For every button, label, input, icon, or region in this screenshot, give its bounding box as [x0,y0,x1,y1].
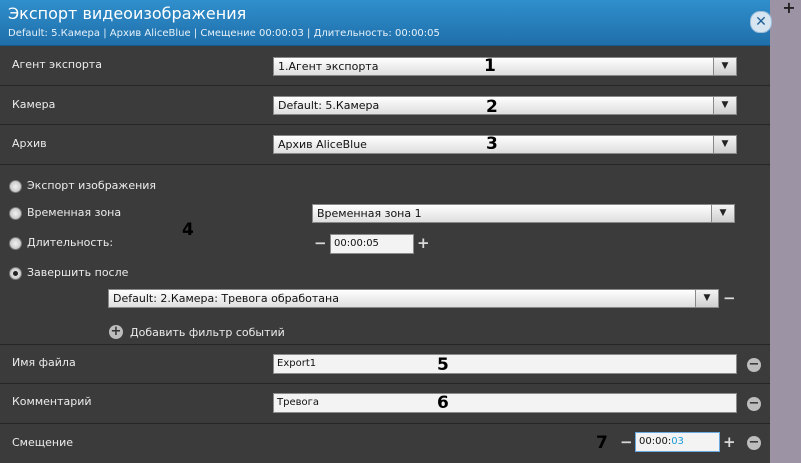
radio-time-zone[interactable] [9,207,22,220]
archive-select[interactable]: Архив AliceBlue ▼ [273,135,737,154]
marker-4: 4 [182,220,194,240]
add-filter-icon[interactable]: + [109,325,123,339]
duration-decrement-icon[interactable]: − [314,236,327,251]
chevron-down-icon[interactable]: ▼ [711,205,734,222]
offset-increment-icon[interactable]: + [723,435,736,450]
archive-row: Архив Архив AliceBlue ▼ 3 [0,125,770,165]
agent-label: Агент экспорта [12,58,102,71]
dialog-header: Экспорт видеоизображения Default: 5.Каме… [0,0,772,46]
filename-input[interactable]: Export1 [273,354,737,374]
option-time-zone-label: Временная зона [27,206,122,219]
option-finish-after-label: Завершить после [27,266,129,279]
offset-value-main: 00:00: [639,436,672,447]
marker-2: 2 [486,97,498,117]
offset-row: Смещение 7 − 00:00:03 + − [0,424,770,463]
chevron-down-icon[interactable]: ▼ [713,136,736,153]
remove-filename-icon[interactable]: − [747,358,761,372]
camera-row: Камера Default: 5.Камера ▼ 2 [0,86,770,125]
filename-label: Имя файла [12,356,76,369]
archive-label: Архив [12,137,47,150]
marker-7: 7 [596,433,608,453]
offset-input-value: 00:00:03 [639,436,684,447]
add-filter-label[interactable]: Добавить фильтр событий [130,326,285,339]
radio-duration[interactable] [9,237,22,250]
offset-decrement-icon[interactable]: − [620,435,633,450]
option-export-image-label: Экспорт изображения [27,179,157,192]
agent-row: Агент экспорта 1.Агент экспорта ▼ 1 [0,46,770,86]
option-duration-label: Длительность: [27,236,114,249]
comment-input[interactable]: Тревога [273,393,737,413]
remove-comment-icon[interactable]: − [747,397,761,411]
time-zone-select-value: Временная зона 1 [317,207,422,220]
remove-offset-icon[interactable]: − [747,436,761,450]
radio-export-image[interactable] [9,180,22,193]
filename-input-value: Export1 [277,358,317,369]
event-filter-select[interactable]: Default: 2.Камера: Тревога обработана ▼ [108,289,719,308]
comment-label: Комментарий [12,395,92,408]
side-plus-icon[interactable]: + [780,0,798,18]
offset-input[interactable]: 00:00:03 [635,432,720,452]
camera-label: Камера [12,98,56,111]
remove-filter-icon[interactable]: − [723,291,736,306]
offset-label: Смещение [12,436,73,449]
event-filter-select-value: Default: 2.Камера: Тревога обработана [113,292,339,305]
duration-input[interactable]: 00:00:05 [330,234,414,254]
chevron-down-icon[interactable]: ▼ [713,58,736,75]
chevron-down-icon[interactable]: ▼ [713,97,736,114]
mode-section: Экспорт изображения Временная зона Време… [0,165,770,345]
archive-select-value: Архив AliceBlue [278,138,367,151]
marker-5: 5 [437,355,449,375]
marker-6: 6 [437,393,449,413]
comment-input-value: Тревога [277,397,320,408]
agent-select-value: 1.Агент экспорта [278,60,379,73]
radio-finish-after[interactable] [9,267,22,280]
dialog-title: Экспорт видеоизображения [8,4,247,23]
duration-increment-icon[interactable]: + [417,236,430,251]
offset-value-seconds: 03 [671,436,684,447]
marker-3: 3 [486,134,498,154]
export-dialog: Экспорт видеоизображения Default: 5.Каме… [0,0,772,463]
camera-select-value: Default: 5.Камера [278,99,380,112]
close-icon[interactable]: ✕ [750,11,772,33]
side-strip [770,0,801,463]
chevron-down-icon[interactable]: ▼ [695,290,718,307]
comment-row: Комментарий Тревога 6 − [0,384,770,424]
duration-input-value: 00:00:05 [334,238,379,249]
dialog-subtitle: Default: 5.Камера | Архив AliceBlue | См… [8,28,440,39]
filename-row: Имя файла Export1 5 − [0,345,770,384]
time-zone-select[interactable]: Временная зона 1 ▼ [312,204,735,223]
agent-select[interactable]: 1.Агент экспорта ▼ [273,57,737,76]
camera-select[interactable]: Default: 5.Камера ▼ [273,96,737,115]
marker-1: 1 [484,56,496,76]
